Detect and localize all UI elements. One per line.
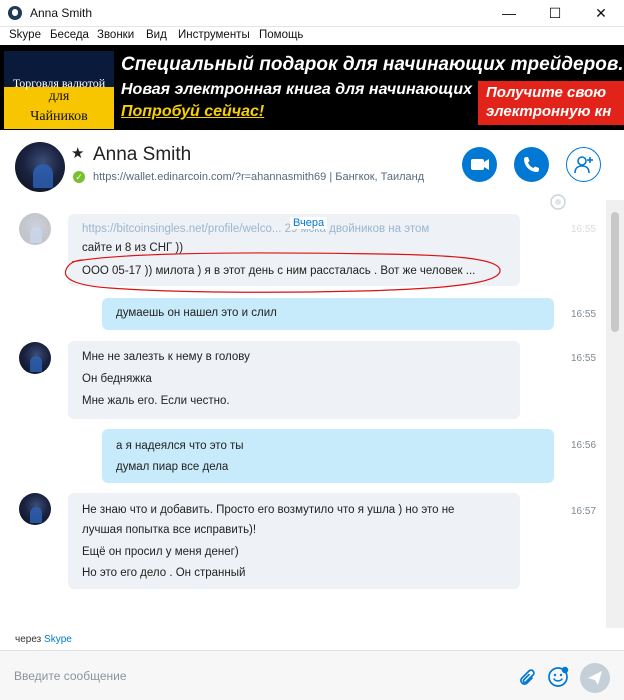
contact-name[interactable]: Anna Smith bbox=[93, 144, 191, 166]
add-people-button[interactable] bbox=[566, 147, 601, 182]
audio-call-button[interactable] bbox=[514, 147, 549, 182]
message-time: 16:57 bbox=[571, 506, 597, 517]
minimize-button[interactable]: — bbox=[486, 0, 532, 27]
menu-item-skype[interactable]: Skype bbox=[9, 29, 41, 41]
message-time: 16:56 bbox=[571, 440, 597, 451]
message-bubble-outgoing: думаешь он нашел это и слил bbox=[102, 298, 554, 330]
ad-book-subtitle-2: Чайников bbox=[30, 109, 88, 124]
message-input[interactable]: Введите сообщение bbox=[14, 669, 127, 683]
maximize-button[interactable]: ☐ bbox=[532, 0, 578, 27]
message-avatar[interactable] bbox=[19, 342, 51, 374]
menu-item-view[interactable]: Вид bbox=[146, 29, 167, 41]
contact-header: ★ Anna Smith ✓ https://wallet.edinarcoin… bbox=[0, 130, 624, 200]
ad-banner[interactable]: Торговля валютой для Чайников Специальны… bbox=[0, 45, 624, 130]
message-composer: Введите сообщение bbox=[0, 650, 624, 700]
chat-scrollbar[interactable] bbox=[606, 200, 624, 628]
ad-book-cover: Торговля валютой для Чайников bbox=[4, 51, 114, 129]
close-button[interactable]: ✕ bbox=[578, 0, 624, 27]
add-person-icon bbox=[574, 156, 593, 174]
conversation-pane[interactable]: https://bitcoinsingles.net/profile/welco… bbox=[0, 200, 606, 628]
message-avatar[interactable] bbox=[19, 493, 51, 525]
ad-red-line-2: электронную кн bbox=[486, 103, 612, 120]
ad-cta-link[interactable]: Попробуй сейчас! bbox=[121, 103, 264, 121]
menu-bar: Skype Беседа Звонки Вид Инструменты Помо… bbox=[0, 27, 624, 45]
message-time: 16:55 bbox=[571, 353, 597, 364]
contact-mood-message: https://wallet.edinarcoin.com/?r=ahannas… bbox=[93, 171, 425, 183]
message-text: Ещё он просил у меня денег) bbox=[82, 546, 239, 558]
skype-app-icon bbox=[8, 6, 22, 20]
window-title: Anna Smith bbox=[30, 6, 93, 20]
online-status-icon: ✓ bbox=[73, 171, 85, 183]
ad-book-subtitle: для bbox=[48, 89, 70, 104]
send-button[interactable] bbox=[580, 663, 610, 693]
sent-via-label: через Skype bbox=[15, 634, 72, 645]
message-text: Он бедняжка bbox=[82, 373, 152, 385]
ad-red-button[interactable]: Получите свою электронную кн bbox=[478, 81, 624, 125]
message-text: думаешь он нашел это и слил bbox=[116, 307, 277, 319]
message-text: Но это его дело . Он странный bbox=[82, 567, 246, 579]
message-text: лучшая попытка все исправить)! bbox=[82, 524, 257, 536]
contact-avatar[interactable] bbox=[15, 142, 65, 192]
menu-item-help[interactable]: Помощь bbox=[259, 29, 303, 41]
message-bubble-outgoing: а я надеялся что это ты думал пиар все д… bbox=[102, 429, 554, 483]
video-camera-icon bbox=[471, 159, 489, 170]
via-prefix: через bbox=[15, 634, 42, 645]
menu-item-tools[interactable]: Инструменты bbox=[178, 29, 250, 41]
message-text: Мне жаль его. Если честно. bbox=[82, 395, 230, 407]
video-call-button[interactable] bbox=[462, 147, 497, 182]
menu-item-conversation[interactable]: Беседа bbox=[50, 29, 89, 41]
menu-item-calls[interactable]: Звонки bbox=[97, 29, 134, 41]
message-bubble-incoming: Не знаю что и добавить. Просто его возму… bbox=[68, 493, 520, 589]
via-skype-link[interactable]: Skype bbox=[44, 634, 72, 645]
title-bar: Anna Smith — ☐ ✕ bbox=[0, 0, 624, 27]
globe-icon bbox=[550, 194, 566, 210]
message-text: думал пиар все дела bbox=[116, 461, 229, 473]
message-text: Мне не залезть к нему в голову bbox=[82, 351, 250, 363]
emoji-icon[interactable] bbox=[546, 665, 570, 689]
date-separator: Вчера bbox=[290, 217, 328, 229]
ad-subline: Новая электронная книга для начинающих bbox=[121, 81, 473, 98]
send-arrow-icon bbox=[588, 671, 602, 685]
phone-icon bbox=[524, 157, 539, 172]
attachment-icon[interactable] bbox=[515, 666, 537, 688]
message-text: а я надеялся что это ты bbox=[116, 440, 244, 452]
ad-headline: Специальный подарок для начинающих трейд… bbox=[121, 54, 624, 75]
scrollbar-thumb[interactable] bbox=[611, 212, 619, 332]
message-time: 16:55 bbox=[571, 309, 597, 320]
message-bubble-incoming: Мне не залезть к нему в голову Он бедняж… bbox=[68, 341, 520, 419]
favorite-star-icon[interactable]: ★ bbox=[71, 144, 84, 162]
ad-red-line-1: Получите свою bbox=[486, 84, 607, 101]
message-text: Не знаю что и добавить. Просто его возму… bbox=[82, 504, 455, 516]
